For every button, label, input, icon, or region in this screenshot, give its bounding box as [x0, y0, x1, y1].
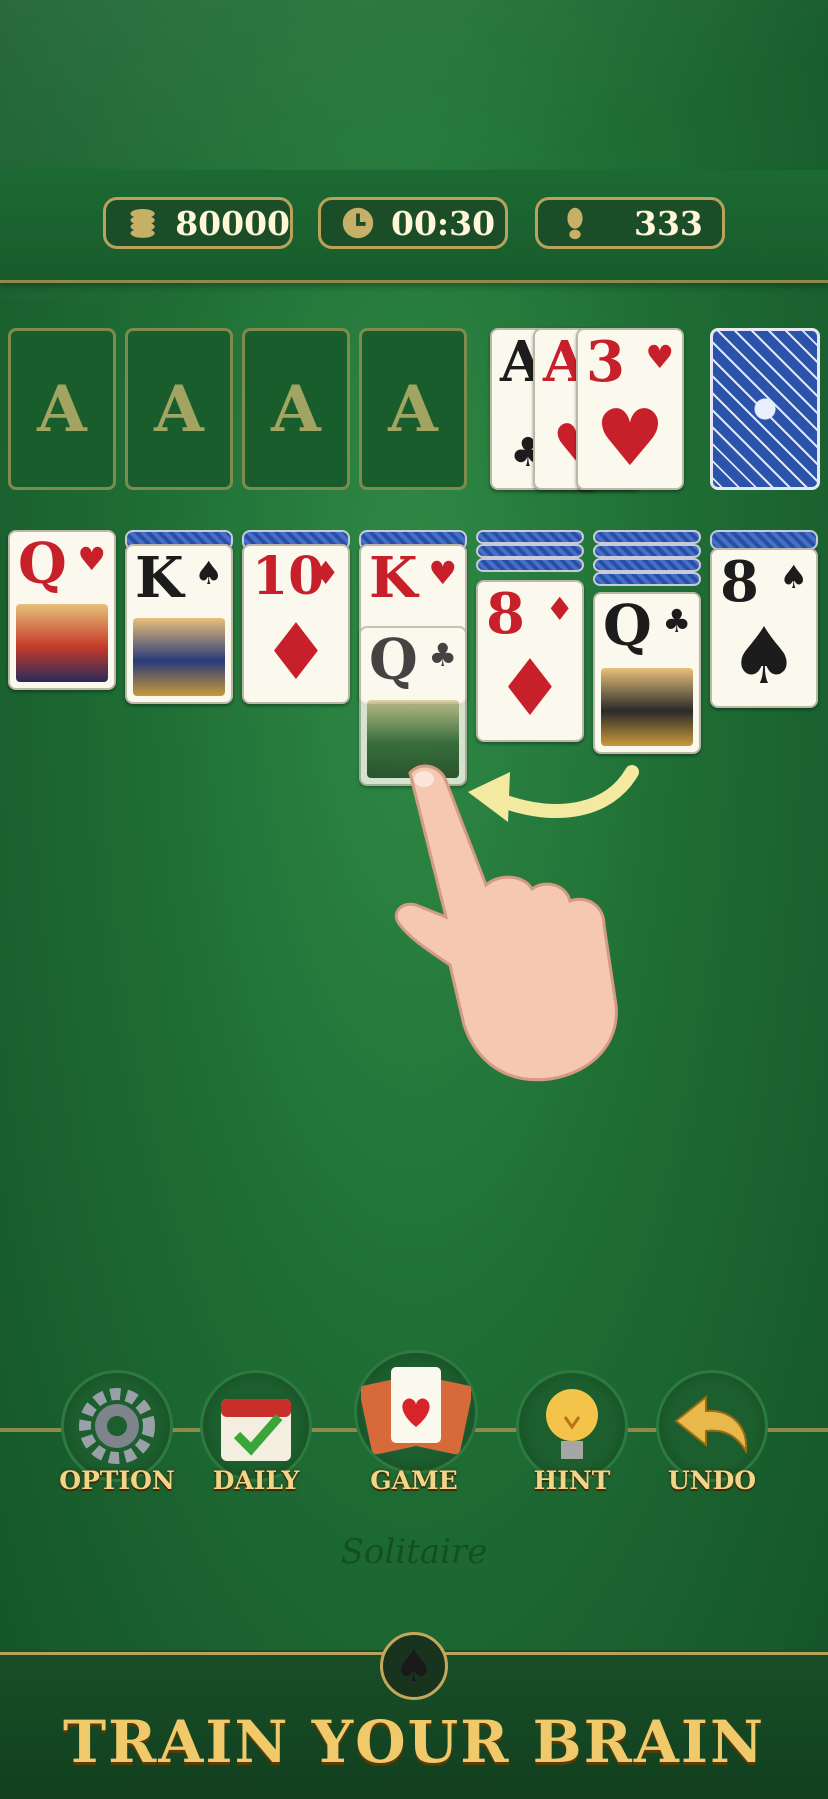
card-suit-small: ♦ — [311, 554, 340, 592]
foundation-slot-1[interactable]: A — [8, 328, 116, 490]
stock-pile[interactable] — [710, 328, 820, 490]
hint-label: HINT — [533, 1466, 611, 1495]
card-rank: K — [369, 545, 418, 611]
option-button[interactable]: OPTION — [57, 1370, 177, 1495]
card-suit-small: ♥ — [428, 554, 457, 592]
card-rank: 8 — [486, 581, 525, 647]
facedown-card — [710, 530, 818, 550]
card-suit-small: ♣ — [662, 602, 691, 640]
moves-counter: 333 — [535, 197, 725, 249]
card-rank: Q — [18, 531, 67, 597]
tableau-card-col2[interactable]: K ♠ — [125, 544, 233, 704]
queen-portrait — [16, 604, 108, 682]
card-suit-large: ♦ — [261, 608, 331, 698]
moves-value: 333 — [634, 203, 703, 243]
card-rank: 8 — [720, 549, 759, 615]
card-rank: K — [135, 545, 184, 611]
card-rank: Q — [603, 593, 652, 659]
daily-button[interactable]: DAILY — [196, 1370, 316, 1495]
king-portrait — [133, 618, 225, 696]
waste-card-top[interactable]: 3 ♥ ♥ — [576, 328, 684, 490]
tableau-card-col6[interactable]: Q ♣ — [593, 592, 701, 754]
footprint-icon — [567, 207, 583, 240]
card-suit-large: ♦ — [495, 644, 565, 734]
card-suit-small: ♣ — [428, 636, 457, 674]
foundation-label: A — [37, 371, 87, 447]
facedown-card — [476, 530, 584, 544]
calendar-icon — [221, 1399, 291, 1461]
card-suit-small: ♠ — [194, 554, 223, 592]
spade-icon: ♠ — [380, 1632, 448, 1700]
undo-label: UNDO — [667, 1466, 757, 1495]
gear-icon — [79, 1388, 155, 1464]
facedown-card — [593, 558, 701, 572]
game-label: GAME — [370, 1466, 458, 1495]
lightbulb-icon — [546, 1389, 598, 1459]
foundation-slot-2[interactable]: A — [125, 328, 233, 490]
game-circle — [354, 1350, 478, 1474]
card-suit-small: ♠ — [779, 558, 808, 596]
tableau-card-col3[interactable]: 10 ♦ ♦ — [242, 544, 350, 704]
undo-button[interactable]: UNDO — [652, 1370, 772, 1495]
coins-icon — [130, 209, 155, 238]
foundation-label: A — [154, 371, 204, 447]
card-rank: 3 — [586, 329, 625, 395]
game-button[interactable]: GAME — [354, 1350, 478, 1495]
status-bar: 80000 00:30 333 — [0, 170, 828, 283]
card-suit-large: ♠ — [729, 612, 799, 702]
card-suit-small: ♦ — [545, 590, 574, 628]
foundation-label: A — [271, 371, 321, 447]
option-label: OPTION — [59, 1466, 175, 1495]
card-rank: Q — [369, 627, 418, 693]
foundation-label: A — [388, 371, 438, 447]
facedown-card — [476, 558, 584, 572]
coins-counter: 80000 — [103, 197, 293, 249]
cards-icon — [361, 1367, 471, 1455]
card-suit-small: ♥ — [77, 540, 106, 578]
banner-title: TRAIN YOUR BRAIN — [63, 1708, 765, 1776]
tableau-card-col7[interactable]: 8 ♠ ♠ — [710, 548, 818, 708]
facedown-card — [476, 544, 584, 558]
timer-counter: 00:30 — [318, 197, 508, 249]
facedown-card — [593, 530, 701, 544]
hint-button[interactable]: HINT — [512, 1370, 632, 1495]
facedown-card — [593, 544, 701, 558]
undo-arrow-icon — [674, 1394, 748, 1455]
card-suit-large: ♥ — [595, 394, 665, 484]
tableau-card-col5[interactable]: 8 ♦ ♦ — [476, 580, 584, 742]
card-suit-small: ♥ — [645, 338, 674, 376]
daily-label: DAILY — [212, 1466, 300, 1495]
foundation-slot-3[interactable]: A — [242, 328, 350, 490]
solitaire-watermark: Solitaire — [340, 1532, 488, 1572]
coins-value: 80000 — [175, 203, 290, 243]
queen-portrait — [601, 668, 693, 746]
foundation-slot-4[interactable]: A — [359, 328, 467, 490]
clock-icon — [342, 207, 374, 239]
tableau-card-col1[interactable]: Q ♥ — [8, 530, 116, 690]
tutorial-hand-icon — [394, 764, 618, 1082]
timer-value: 00:30 — [391, 203, 496, 243]
facedown-card — [593, 572, 701, 586]
